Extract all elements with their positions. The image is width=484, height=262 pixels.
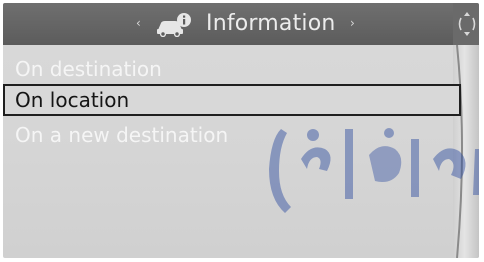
previous-arrow-icon[interactable]: ‹: [136, 15, 141, 31]
controller-icon[interactable]: [455, 9, 479, 39]
next-arrow-icon[interactable]: ›: [350, 15, 355, 31]
watermark-logo: [269, 128, 479, 213]
info-panel: ‹ Information › On destination On locati…: [3, 3, 479, 258]
page-title: Information: [206, 11, 336, 36]
menu-item-label: On destination: [15, 57, 162, 81]
menu-item-label: On a new destination: [15, 123, 229, 147]
menu-item-on-destination[interactable]: On destination: [3, 53, 461, 85]
menu-item-label: On location: [15, 88, 130, 112]
header-bar: ‹ Information ›: [3, 3, 453, 45]
screen: ‹ Information › On destination On locati…: [0, 0, 484, 262]
car-info-icon: [157, 13, 191, 37]
